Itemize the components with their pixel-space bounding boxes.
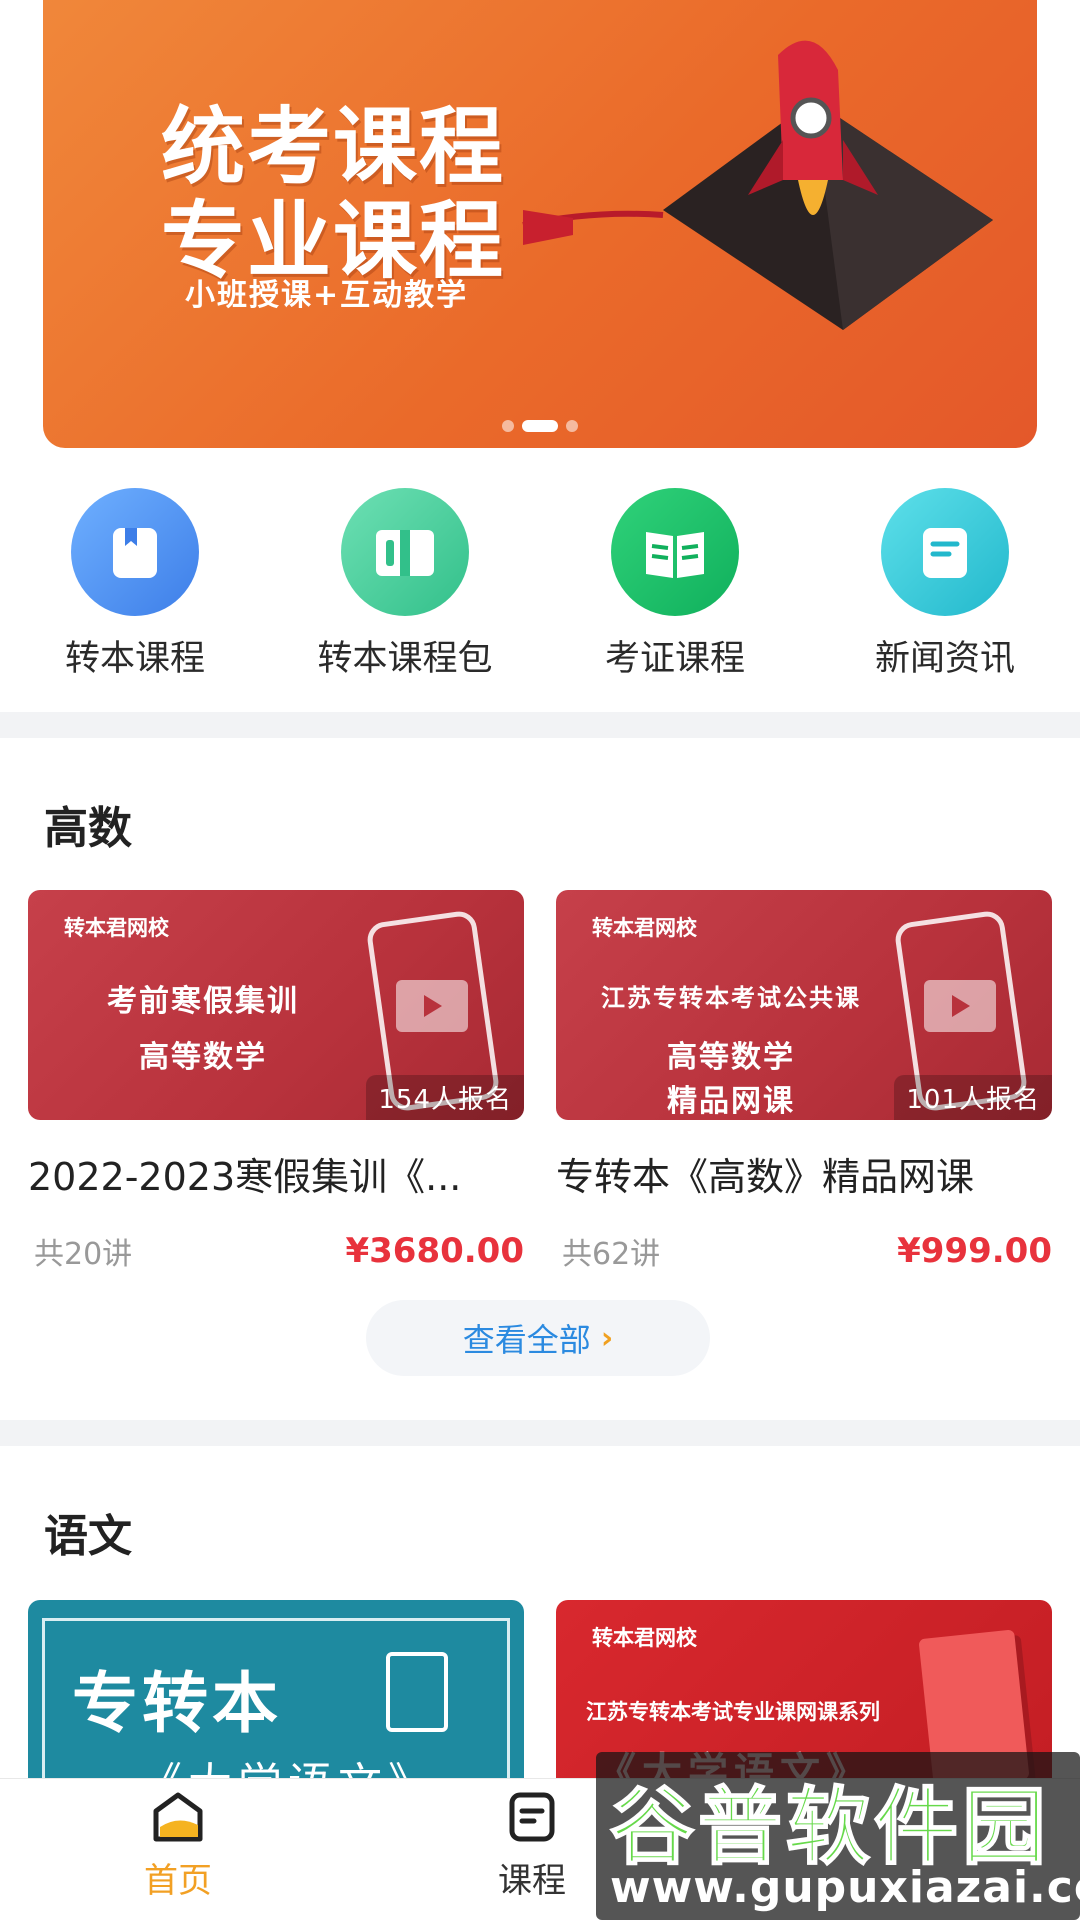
course-card[interactable]: 转本君网校 江苏专转本考试公共课 高等数学 精品网课 101人报名 专转本《高数… xyxy=(556,890,1052,1273)
book-icon xyxy=(71,488,199,616)
watermark-logo: 谷普软件园 www.gupuxiazai.com xyxy=(596,1752,1080,1920)
thumbnail-line1: 江苏专转本考试专业课网课系列 xyxy=(586,1700,880,1724)
banner-subtitle: 小班授课+互动教学 xyxy=(185,278,469,313)
thumbnail-brand: 转本君网校 xyxy=(592,1626,697,1650)
textbook-icon xyxy=(611,488,739,616)
course-price: ¥3680.00 xyxy=(345,1231,524,1271)
shortcut-news[interactable]: 新闻资讯 xyxy=(810,488,1080,681)
promo-banner[interactable]: 统考课程 专业课程 小班授课+互动教学 xyxy=(43,0,1037,448)
tab-label: 首页 xyxy=(144,1861,212,1901)
chevron-right-icon: › xyxy=(600,1320,614,1356)
shortcut-label: 新闻资讯 xyxy=(874,639,1015,679)
view-all-label: 查看全部 xyxy=(462,1321,591,1359)
tab-home[interactable]: 首页 xyxy=(78,1789,278,1902)
thumbnail-line2: 高等数学 xyxy=(667,1040,795,1075)
course-meta: 共20讲 ¥3680.00 xyxy=(28,1229,524,1273)
rocket-graduation-cap-illustration xyxy=(522,40,993,330)
thumbnail-line2: 高等数学 xyxy=(139,1040,267,1075)
home-page: 统考课程 专业课程 小班授课+互动教学 转本课程 转本课程包 考证课程 新闻资讯… xyxy=(0,0,1080,1920)
section-divider xyxy=(0,1420,1080,1446)
play-icon xyxy=(396,980,468,1032)
thumbnail-brand: 转本君网校 xyxy=(592,916,697,940)
course-meta: 共62讲 ¥999.00 xyxy=(556,1229,1052,1273)
view-all-button[interactable]: 查看全部 › xyxy=(366,1300,710,1376)
play-icon xyxy=(924,980,996,1032)
thumbnail-line2: 《大学语文》 xyxy=(138,1748,438,1780)
shortcut-label: 转本课程 xyxy=(64,639,205,679)
banner-title-line1: 统考课程 xyxy=(161,98,506,196)
shortcut-grid: 转本课程 转本课程包 考证课程 新闻资讯 xyxy=(0,488,1080,679)
shortcut-label: 考证课程 xyxy=(604,639,745,679)
lesson-count: 共20讲 xyxy=(34,1237,133,1272)
pagination-dot[interactable] xyxy=(566,420,578,432)
tab-label: 课程 xyxy=(498,1861,566,1901)
shortcut-zhuanben-package[interactable]: 转本课程包 xyxy=(270,488,540,681)
course-icon xyxy=(509,1792,555,1842)
section-title-chinese: 语文 xyxy=(44,1511,132,1562)
thumbnail-line1: 考前寒假集训 xyxy=(107,984,299,1019)
course-thumbnail[interactable]: 转本君网校 江苏专转本考试公共课 高等数学 精品网课 101人报名 xyxy=(556,890,1052,1120)
certificate-icon xyxy=(386,1652,448,1732)
watermark-url: www.gupuxiazai.com xyxy=(610,1862,1080,1913)
course-title[interactable]: 2022-2023寒假集训《... xyxy=(28,1146,524,1201)
news-icon xyxy=(881,488,1009,616)
enroll-count: 154人报名 xyxy=(366,1075,524,1120)
lesson-count: 共62讲 xyxy=(562,1237,661,1272)
open-book-icon xyxy=(341,488,469,616)
section-divider xyxy=(0,712,1080,738)
course-title[interactable]: 专转本《高数》精品网课 xyxy=(556,1146,1052,1201)
section-title-math: 高数 xyxy=(44,803,132,854)
course-card[interactable]: 转本君网校 考前寒假集训 高等数学 154人报名 2022-2023寒假集训《.… xyxy=(28,890,524,1273)
course-price: ¥999.00 xyxy=(897,1231,1052,1271)
shortcut-zhuanben-course[interactable]: 转本课程 xyxy=(0,488,270,681)
thumbnail-line1: 江苏专转本考试公共课 xyxy=(601,984,861,1012)
pagination-dot-active[interactable] xyxy=(522,420,558,432)
pagination-dot[interactable] xyxy=(502,420,514,432)
banner-title: 统考课程 专业课程 xyxy=(161,100,505,288)
thumbnail-line1: 专转本 xyxy=(72,1665,282,1742)
banner-pagination xyxy=(43,420,1037,432)
course-thumbnail[interactable]: 专转本 《大学语文》 xyxy=(28,1600,524,1780)
course-thumbnail[interactable]: 转本君网校 考前寒假集训 高等数学 154人报名 xyxy=(28,890,524,1120)
shortcut-certificate-course[interactable]: 考证课程 xyxy=(540,488,810,681)
thumbnail-brand: 转本君网校 xyxy=(64,916,169,940)
enroll-count: 101人报名 xyxy=(894,1075,1052,1120)
home-icon xyxy=(153,1792,203,1842)
thumbnail-line3: 精品网课 xyxy=(667,1084,795,1119)
shortcut-label: 转本课程包 xyxy=(317,639,493,679)
